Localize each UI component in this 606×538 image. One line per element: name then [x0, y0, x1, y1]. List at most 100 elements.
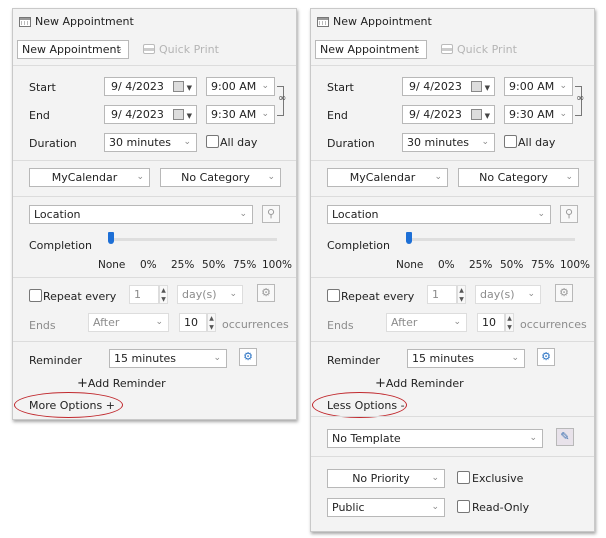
repeat-checkbox[interactable] [327, 289, 340, 302]
appointment-type-select[interactable]: New Appointment ⌄ [17, 40, 129, 59]
ends-select[interactable]: After ⌄ [386, 313, 467, 332]
edit-template-button[interactable]: ✎ [556, 428, 574, 446]
link-times-icon[interactable]: ∞ [278, 93, 286, 104]
visibility-select[interactable]: Public ⌄ [327, 498, 445, 517]
chevron-down-icon: ⌄ [155, 317, 163, 327]
ends-value: After [391, 316, 418, 329]
occurrences-spinner[interactable]: ▲ ▼ [505, 313, 514, 332]
dropdown-arrow-icon: ▼ [186, 84, 192, 92]
add-reminder-button[interactable]: +Add Reminder [375, 376, 464, 391]
repeat-unit-select[interactable]: day(s) ⌄ [475, 285, 541, 304]
dropdown-arrow-icon: ▼ [186, 112, 192, 120]
plus-icon: + [375, 376, 386, 391]
reminder-value: 15 minutes [412, 352, 475, 365]
category-select[interactable]: No Category ⌄ [458, 168, 579, 187]
template-select[interactable]: No Template ⌄ [327, 429, 543, 448]
quick-print-button[interactable]: Quick Print [441, 43, 517, 56]
all-day-checkbox[interactable] [504, 135, 517, 148]
end-date-picker[interactable]: 9/ 4/2023 ▼ [402, 105, 495, 124]
divider [311, 277, 594, 278]
all-day-checkbox[interactable] [206, 135, 219, 148]
repeat-unit-value: day(s) [182, 288, 217, 301]
appointment-type-select[interactable]: New Appointment ⌄ [315, 40, 427, 59]
start-time-select[interactable]: 9:00 AM ⌄ [504, 77, 573, 96]
chevron-down-icon: ⌄ [527, 289, 535, 299]
calendar-icon [317, 17, 329, 27]
end-date-picker[interactable]: 9/ 4/2023 ▼ [104, 105, 197, 124]
repeat-checkbox[interactable] [29, 289, 42, 302]
repeat-interval-input[interactable]: 1 [129, 285, 159, 304]
reminder-label: Reminder [29, 354, 82, 367]
repeat-interval-value: 1 [134, 288, 141, 301]
reminder-select[interactable]: 15 minutes ⌄ [407, 349, 525, 368]
occurrences-input[interactable]: 10 [477, 313, 505, 332]
end-time-select[interactable]: 9:30 AM ⌄ [504, 105, 573, 124]
appointment-type-value: New Appointment [22, 43, 121, 56]
start-date-picker[interactable]: 9/ 4/2023 ▼ [402, 77, 495, 96]
read-only-checkbox[interactable] [457, 500, 470, 513]
gear-icon: ⚙ [261, 286, 271, 299]
completion-level-none: None [98, 259, 126, 271]
chevron-down-icon: ⌄ [183, 137, 191, 147]
ends-select[interactable]: After ⌄ [88, 313, 169, 332]
location-input[interactable]: Location ⌄ [29, 205, 253, 224]
read-only-label: Read-Only [472, 501, 530, 514]
reminder-settings-button[interactable]: ⚙ [239, 348, 257, 366]
map-pin-button[interactable]: ⚲ [560, 205, 578, 223]
ends-label: Ends [327, 319, 354, 332]
all-day-label: All day [220, 136, 258, 149]
priority-select[interactable]: No Priority ⌄ [327, 469, 445, 488]
start-date-picker[interactable]: 9/ 4/2023 ▼ [104, 77, 197, 96]
add-reminder-button[interactable]: +Add Reminder [77, 376, 166, 391]
completion-level-100: 100% [560, 259, 591, 271]
occurrences-label: occurrences [520, 318, 587, 331]
more-options-toggle[interactable]: More Options + [29, 399, 115, 412]
completion-slider-thumb[interactable] [406, 232, 412, 244]
repeat-interval-spinner[interactable]: ▲ ▼ [159, 285, 168, 304]
dropdown-arrow-icon: ▼ [484, 112, 490, 120]
start-time-select[interactable]: 9:00 AM ⌄ [206, 77, 275, 96]
repeat-interval-input[interactable]: 1 [427, 285, 457, 304]
calendar-picker-icon [471, 109, 482, 120]
end-time-select[interactable]: 9:30 AM ⌄ [206, 105, 275, 124]
chevron-down-icon: ⌄ [431, 473, 439, 483]
map-pin-icon: ⚲ [266, 207, 276, 220]
less-options-toggle[interactable]: Less Options - [327, 399, 405, 412]
calendar-select[interactable]: MyCalendar ⌄ [29, 168, 150, 187]
occurrences-input[interactable]: 10 [179, 313, 207, 332]
location-input[interactable]: Location ⌄ [327, 205, 551, 224]
chevron-down-icon: ⌄ [431, 502, 439, 512]
completion-level-100: 100% [262, 259, 293, 271]
completion-slider-thumb[interactable] [108, 232, 114, 244]
title-bar: New Appointment [311, 9, 594, 35]
repeat-interval-spinner[interactable]: ▲ ▼ [457, 285, 466, 304]
map-pin-button[interactable]: ⚲ [262, 205, 280, 223]
reminder-settings-button[interactable]: ⚙ [537, 348, 555, 366]
chevron-down-icon: ⌄ [413, 44, 421, 54]
chevron-down-icon: ⌄ [229, 289, 237, 299]
window-title: New Appointment [35, 15, 134, 28]
duration-select[interactable]: 30 minutes ⌄ [402, 133, 495, 152]
completion-level-none: None [396, 259, 424, 271]
reminder-select[interactable]: 15 minutes ⌄ [109, 349, 227, 368]
end-label: End [29, 109, 50, 122]
recurrence-settings-button[interactable]: ⚙ [257, 284, 275, 302]
link-times-icon[interactable]: ∞ [576, 93, 584, 104]
exclusive-checkbox[interactable] [457, 471, 470, 484]
calendar-picker-icon [173, 109, 184, 120]
end-date-value: 9/ 4/2023 [409, 108, 462, 121]
completion-slider-track[interactable] [113, 238, 277, 241]
repeat-unit-select[interactable]: day(s) ⌄ [177, 285, 243, 304]
quick-print-button[interactable]: Quick Print [143, 43, 219, 56]
completion-slider-track[interactable] [411, 238, 575, 241]
occurrences-spinner[interactable]: ▲ ▼ [207, 313, 216, 332]
start-time-value: 9:00 AM [211, 80, 257, 93]
duration-select[interactable]: 30 minutes ⌄ [104, 133, 197, 152]
recurrence-settings-button[interactable]: ⚙ [555, 284, 573, 302]
category-select[interactable]: No Category ⌄ [160, 168, 281, 187]
gear-icon: ⚙ [541, 350, 551, 363]
completion-level-25: 25% [469, 259, 493, 271]
edit-template-icon: ✎ [560, 430, 570, 443]
calendar-select[interactable]: MyCalendar ⌄ [327, 168, 448, 187]
category-value: No Category [181, 171, 250, 184]
